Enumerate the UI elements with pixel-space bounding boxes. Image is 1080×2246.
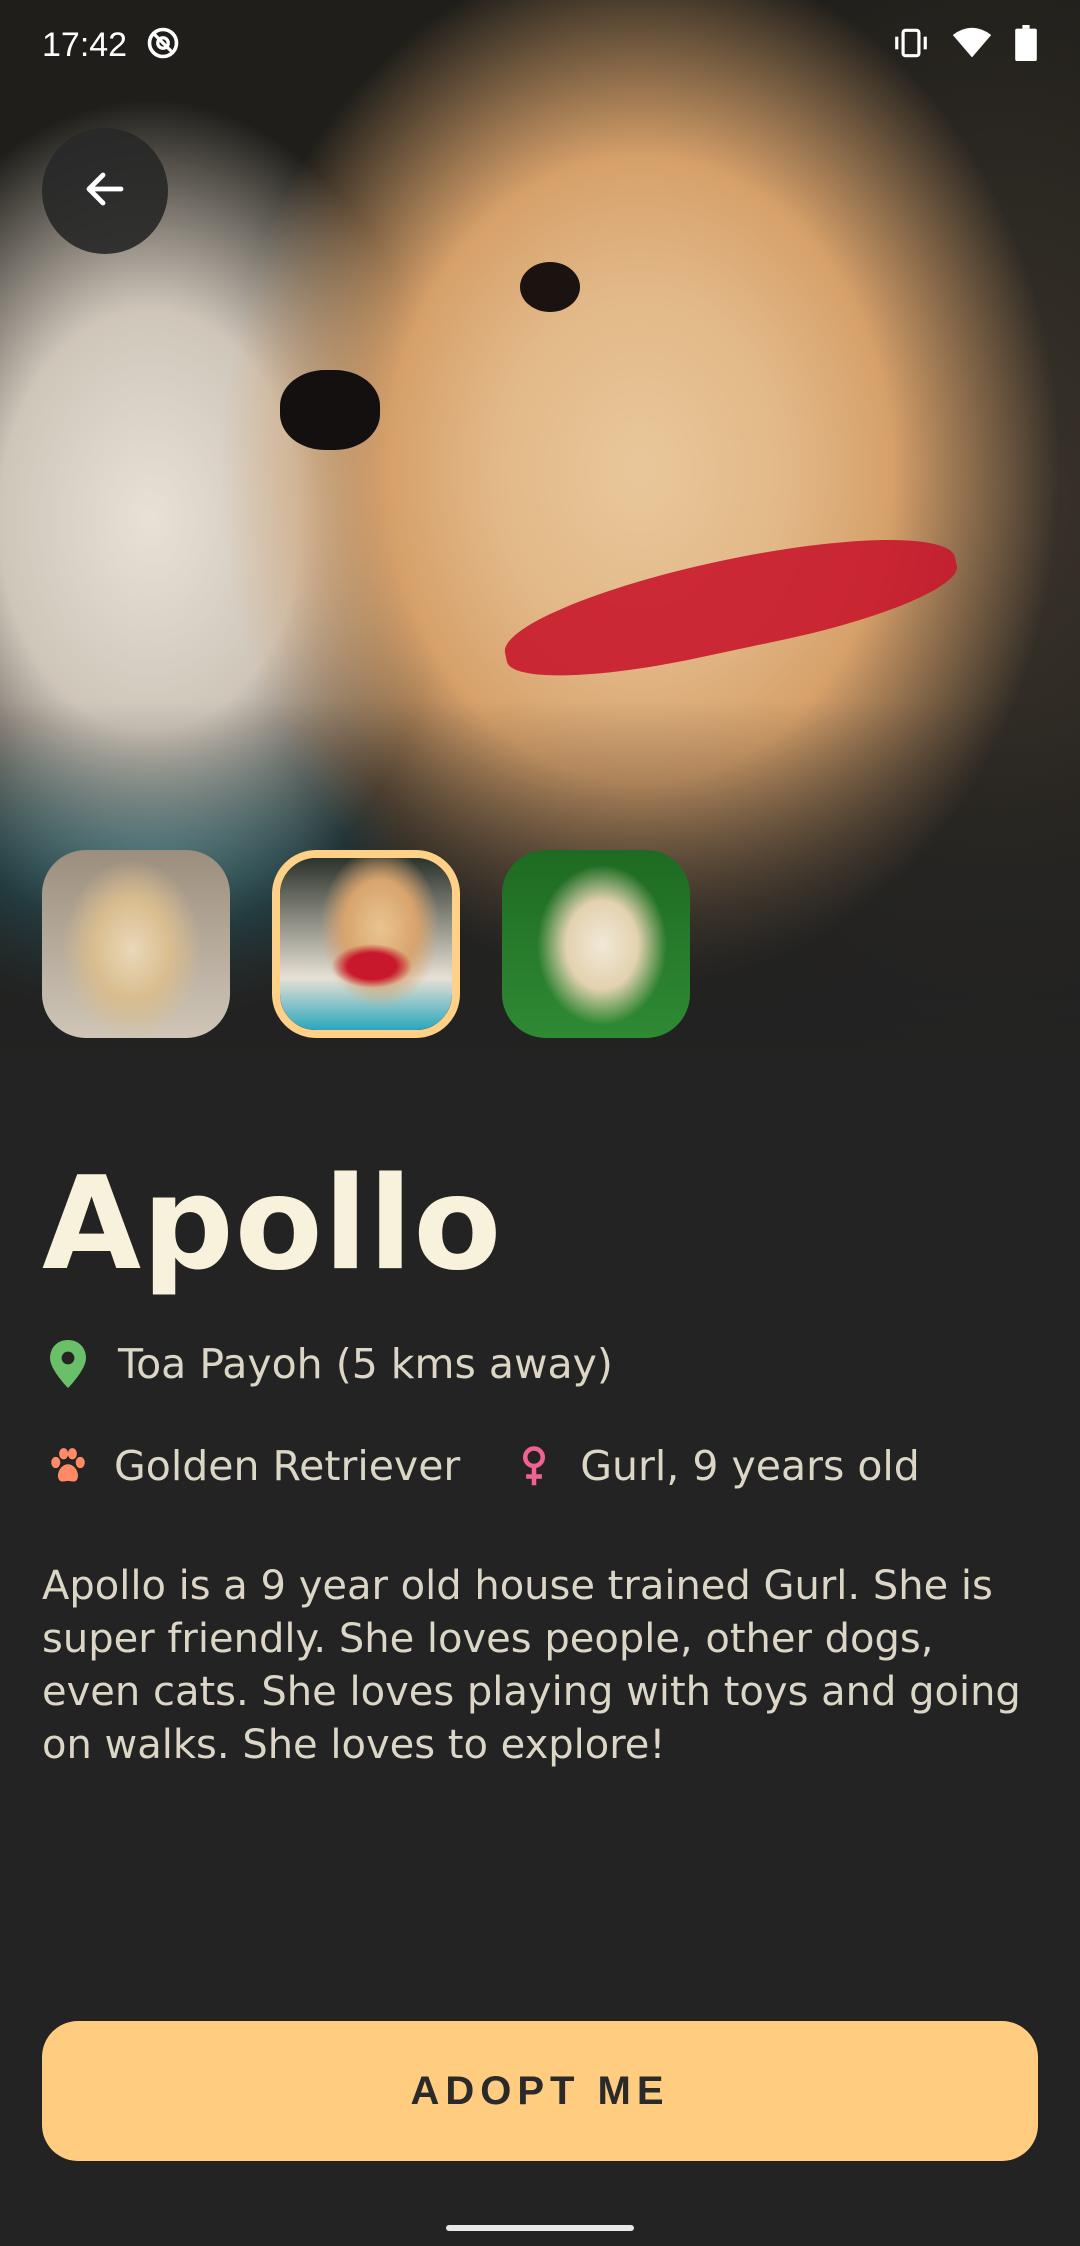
home-indicator[interactable]	[446, 2225, 634, 2231]
battery-icon	[1014, 25, 1038, 65]
thumbnail-image	[280, 858, 452, 1030]
info-row: Golden Retriever Gurl, 9 years old	[42, 1440, 920, 1492]
female-icon	[508, 1440, 560, 1492]
thumbnail-3[interactable]	[502, 850, 690, 1038]
vibrate-icon	[892, 27, 930, 63]
gender-group: Gurl, 9 years old	[508, 1440, 920, 1492]
pet-name: Apollo	[42, 1150, 503, 1299]
gender-age-text: Gurl, 9 years old	[580, 1442, 920, 1490]
paw-icon	[42, 1440, 94, 1492]
dog-collar	[495, 513, 965, 697]
wifi-icon	[952, 27, 992, 63]
breed-text: Golden Retriever	[114, 1442, 461, 1490]
thumbnail-image	[42, 850, 230, 1038]
dog-eye	[520, 262, 580, 312]
adopt-button[interactable]: ADOPT ME	[42, 2021, 1038, 2161]
location-row: Toa Payoh (5 kms away)	[42, 1338, 613, 1390]
thumbnail-image	[502, 850, 690, 1038]
dog-nose	[280, 370, 380, 450]
photo-thumbnails	[42, 850, 690, 1038]
arrow-left-icon	[81, 165, 129, 217]
thumbnail-2[interactable]	[272, 850, 460, 1038]
status-bar: 17:42	[0, 0, 1080, 90]
status-time: 17:42	[42, 25, 128, 64]
thumbnail-1[interactable]	[42, 850, 230, 1038]
back-button[interactable]	[42, 128, 168, 254]
at-sign-icon	[145, 25, 181, 65]
location-text: Toa Payoh (5 kms away)	[118, 1340, 613, 1388]
location-pin-icon	[42, 1338, 94, 1390]
pet-description: Apollo is a 9 year old house trained Gur…	[42, 1563, 1021, 1768]
